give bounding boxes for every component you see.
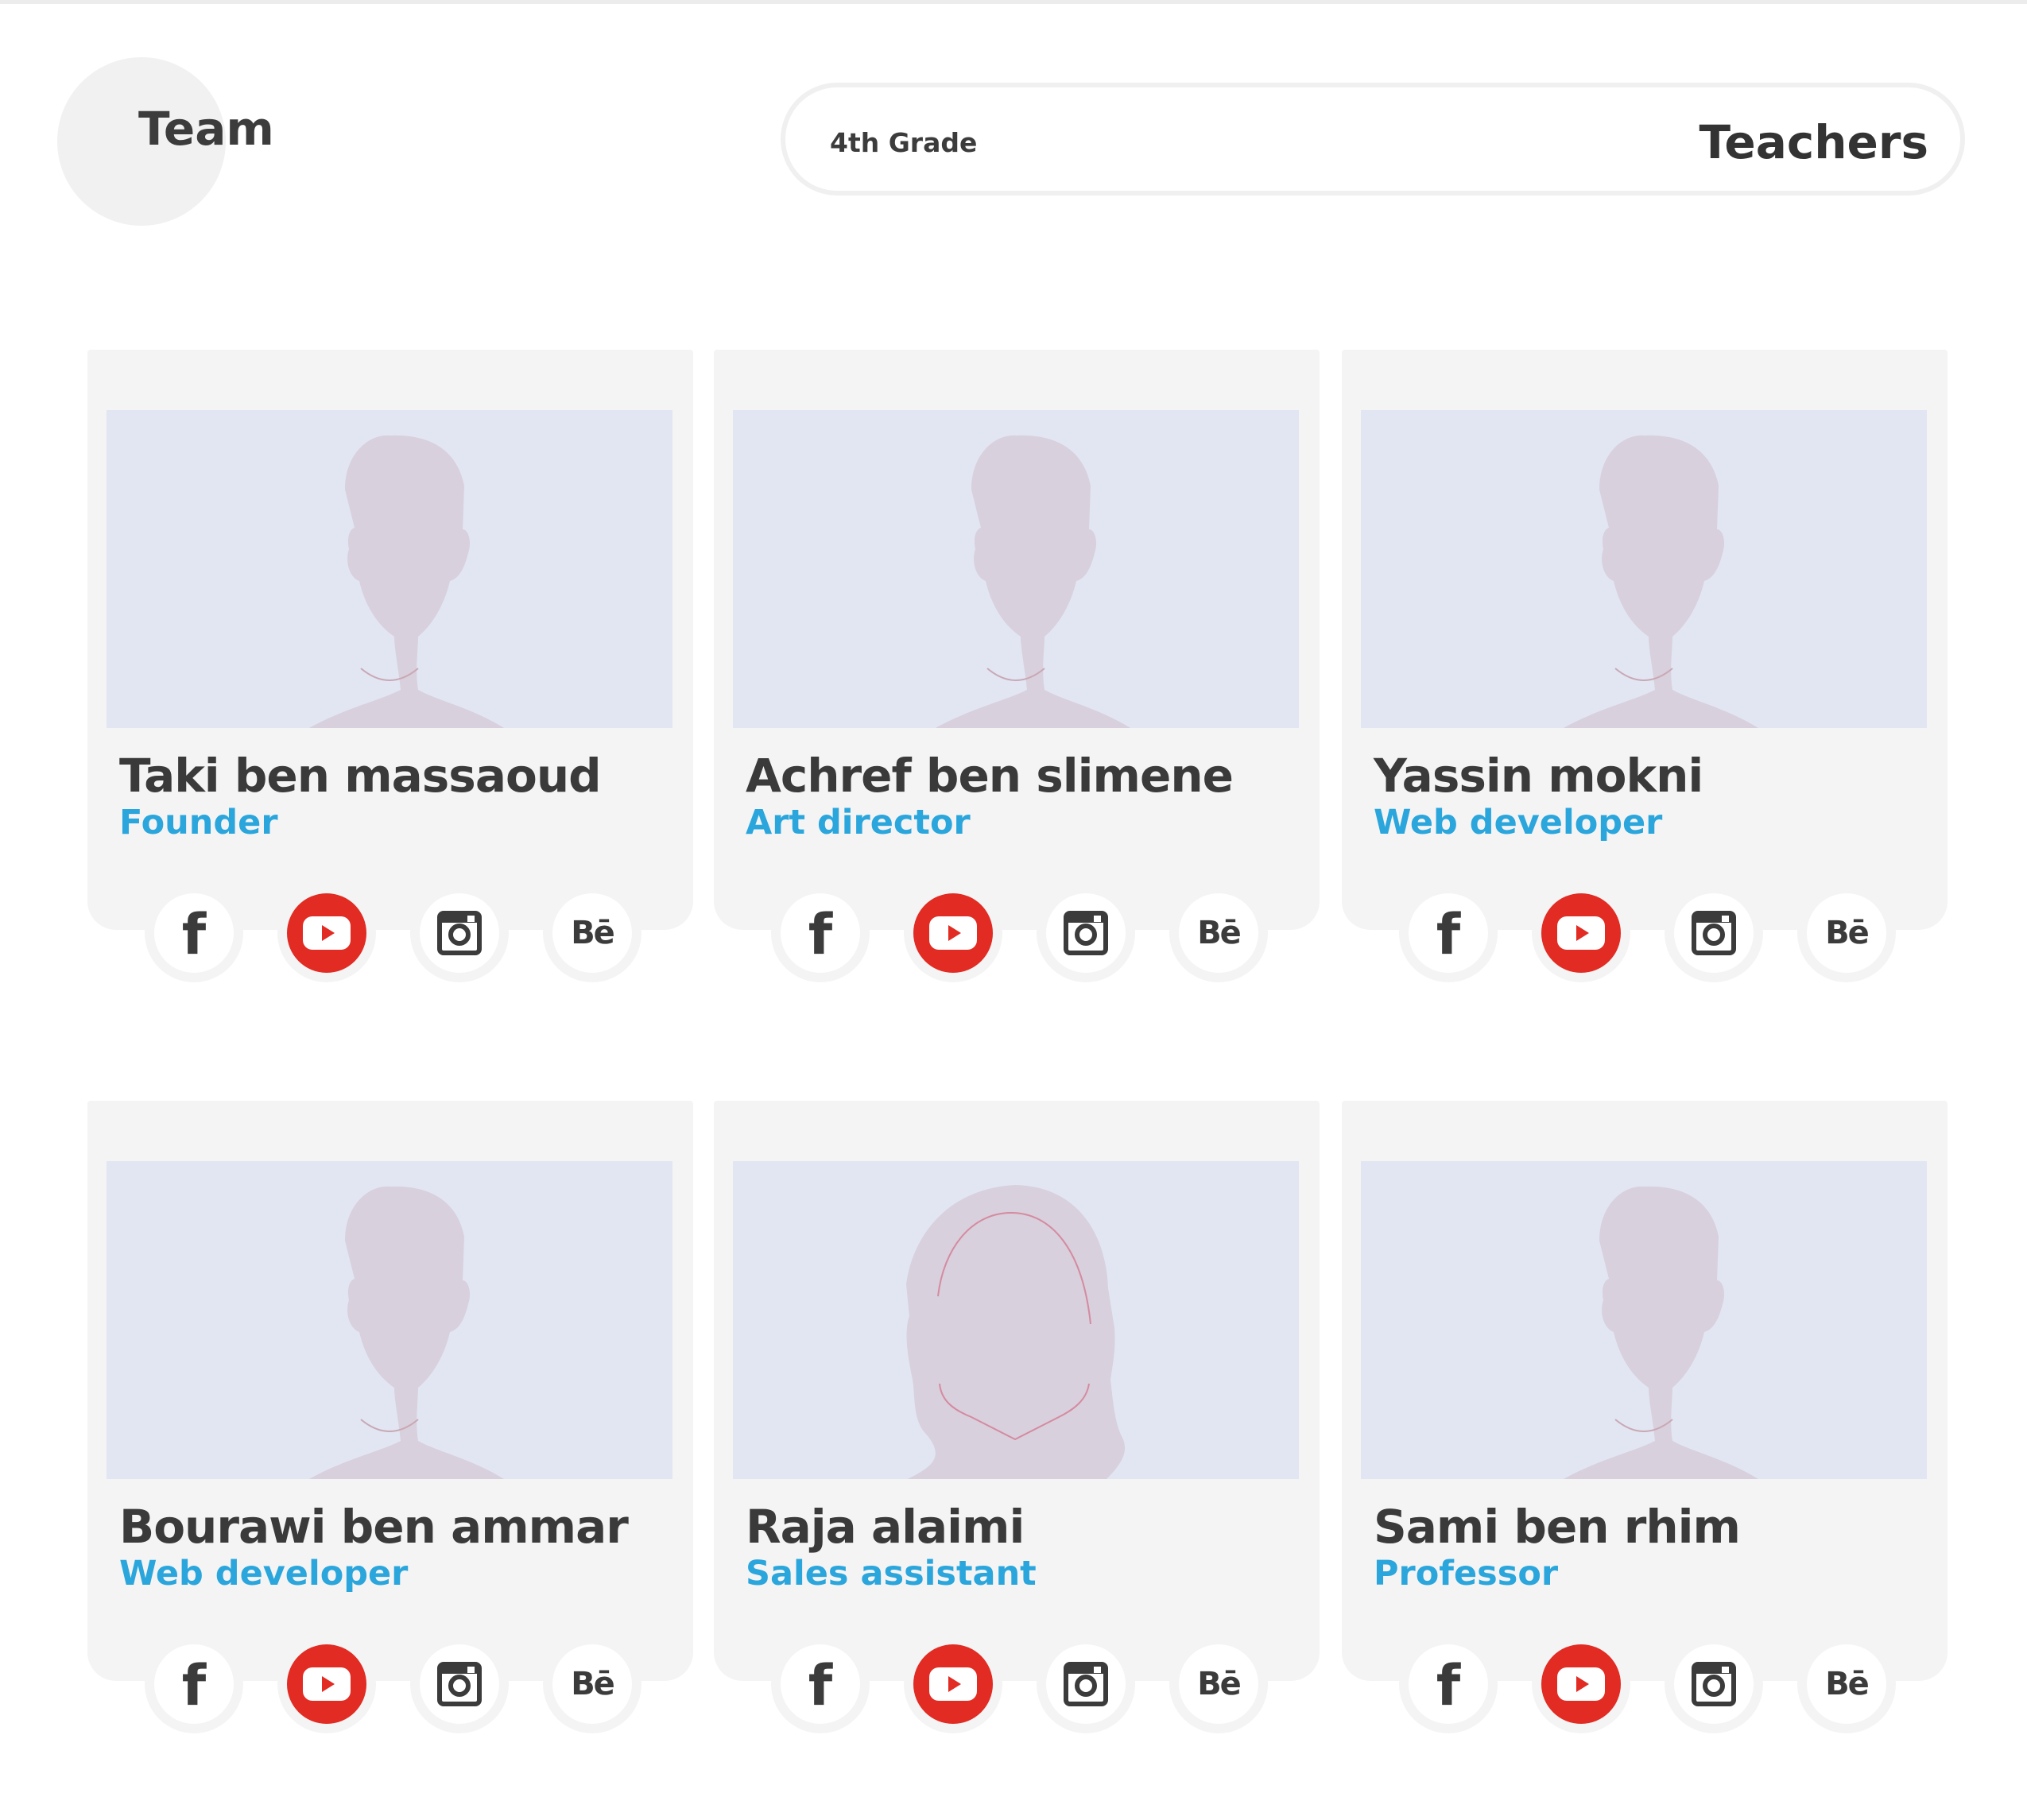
youtube-icon [303, 916, 351, 950]
team-member-card: Sami ben rhim Professor f Bē [1342, 1101, 1948, 1733]
behance-icon: Bē [1825, 915, 1870, 951]
youtube-link[interactable] [904, 1635, 1002, 1733]
member-photo [1361, 410, 1927, 728]
youtube-icon [303, 1667, 351, 1701]
youtube-icon [1557, 916, 1605, 950]
instagram-icon [437, 911, 482, 955]
youtube-link[interactable] [904, 884, 1002, 982]
male-avatar-silhouette [309, 435, 504, 728]
behance-link[interactable]: Bē [1797, 884, 1896, 982]
instagram-link[interactable] [1665, 884, 1763, 982]
facebook-link[interactable]: f [1399, 884, 1498, 982]
instagram-icon [1692, 1662, 1736, 1706]
member-photo [107, 1161, 672, 1479]
member-role: Web developer [119, 1554, 409, 1593]
member-name: Yassin mokni [1374, 749, 1703, 803]
member-photo [733, 1161, 1299, 1479]
member-role: Art director [746, 803, 971, 842]
youtube-icon [1557, 1667, 1605, 1701]
team-member-card: Bourawi ben ammar Web developer f Bē [87, 1101, 693, 1733]
team-member-card: Achref ben slimene Art director f Bē [714, 350, 1320, 982]
top-divider [0, 0, 2027, 4]
youtube-icon [929, 1667, 977, 1701]
member-name: Achref ben slimene [746, 749, 1234, 803]
male-avatar-silhouette [309, 1186, 504, 1479]
team-member-card: Yassin mokni Web developer f Bē [1342, 350, 1948, 982]
facebook-icon: f [1436, 902, 1461, 967]
member-role: Sales assistant [746, 1554, 1037, 1593]
behance-link[interactable]: Bē [543, 1635, 641, 1733]
member-role: Web developer [1374, 803, 1663, 842]
instagram-link[interactable] [1665, 1635, 1763, 1733]
team-member-card: Raja alaimi Sales assistant f Bē [714, 1101, 1320, 1733]
behance-link[interactable]: Bē [1169, 1635, 1268, 1733]
instagram-link[interactable] [410, 884, 509, 982]
facebook-icon: f [808, 1653, 833, 1718]
behance-icon: Bē [1197, 915, 1242, 951]
youtube-link[interactable] [277, 1635, 376, 1733]
member-name: Raja alaimi [746, 1500, 1025, 1554]
member-role: Professor [1374, 1554, 1559, 1593]
instagram-icon [1064, 1662, 1108, 1706]
behance-icon: Bē [1825, 1666, 1870, 1702]
logo-text[interactable]: Team [138, 102, 274, 156]
facebook-link[interactable]: f [1399, 1635, 1498, 1733]
male-avatar-silhouette [936, 435, 1130, 728]
facebook-link[interactable]: f [771, 1635, 870, 1733]
member-photo [733, 410, 1299, 728]
facebook-icon: f [1436, 1653, 1461, 1718]
behance-icon: Bē [571, 915, 615, 951]
behance-link[interactable]: Bē [1797, 1635, 1896, 1733]
instagram-icon [437, 1662, 482, 1706]
facebook-link[interactable]: f [145, 884, 243, 982]
team-member-card: Taki ben massaoud Founder f Bē [87, 350, 693, 982]
facebook-icon: f [808, 902, 833, 967]
male-avatar-silhouette [1564, 1186, 1758, 1479]
behance-link[interactable]: Bē [543, 884, 641, 982]
page-title: Teachers [1699, 115, 1928, 169]
behance-icon: Bē [1197, 1666, 1242, 1702]
member-photo [107, 410, 672, 728]
youtube-link[interactable] [1532, 1635, 1630, 1733]
youtube-link[interactable] [277, 884, 376, 982]
youtube-link[interactable] [1532, 884, 1630, 982]
behance-icon: Bē [571, 1666, 615, 1702]
facebook-icon: f [181, 902, 207, 967]
instagram-link[interactable] [1037, 1635, 1135, 1733]
female-avatar-silhouette [906, 1185, 1126, 1479]
member-role: Founder [119, 803, 278, 842]
instagram-icon [1064, 911, 1108, 955]
facebook-link[interactable]: f [145, 1635, 243, 1733]
male-avatar-silhouette [1564, 435, 1758, 728]
grade-label: 4th Grade [830, 127, 978, 158]
header-bar: 4th Grade Teachers [781, 83, 1965, 196]
instagram-icon [1692, 911, 1736, 955]
member-name: Taki ben massaoud [119, 749, 602, 803]
instagram-link[interactable] [1037, 884, 1135, 982]
youtube-icon [929, 916, 977, 950]
member-photo [1361, 1161, 1927, 1479]
behance-link[interactable]: Bē [1169, 884, 1268, 982]
facebook-link[interactable]: f [771, 884, 870, 982]
member-name: Bourawi ben ammar [119, 1500, 629, 1554]
instagram-link[interactable] [410, 1635, 509, 1733]
member-name: Sami ben rhim [1374, 1500, 1741, 1554]
facebook-icon: f [181, 1653, 207, 1718]
